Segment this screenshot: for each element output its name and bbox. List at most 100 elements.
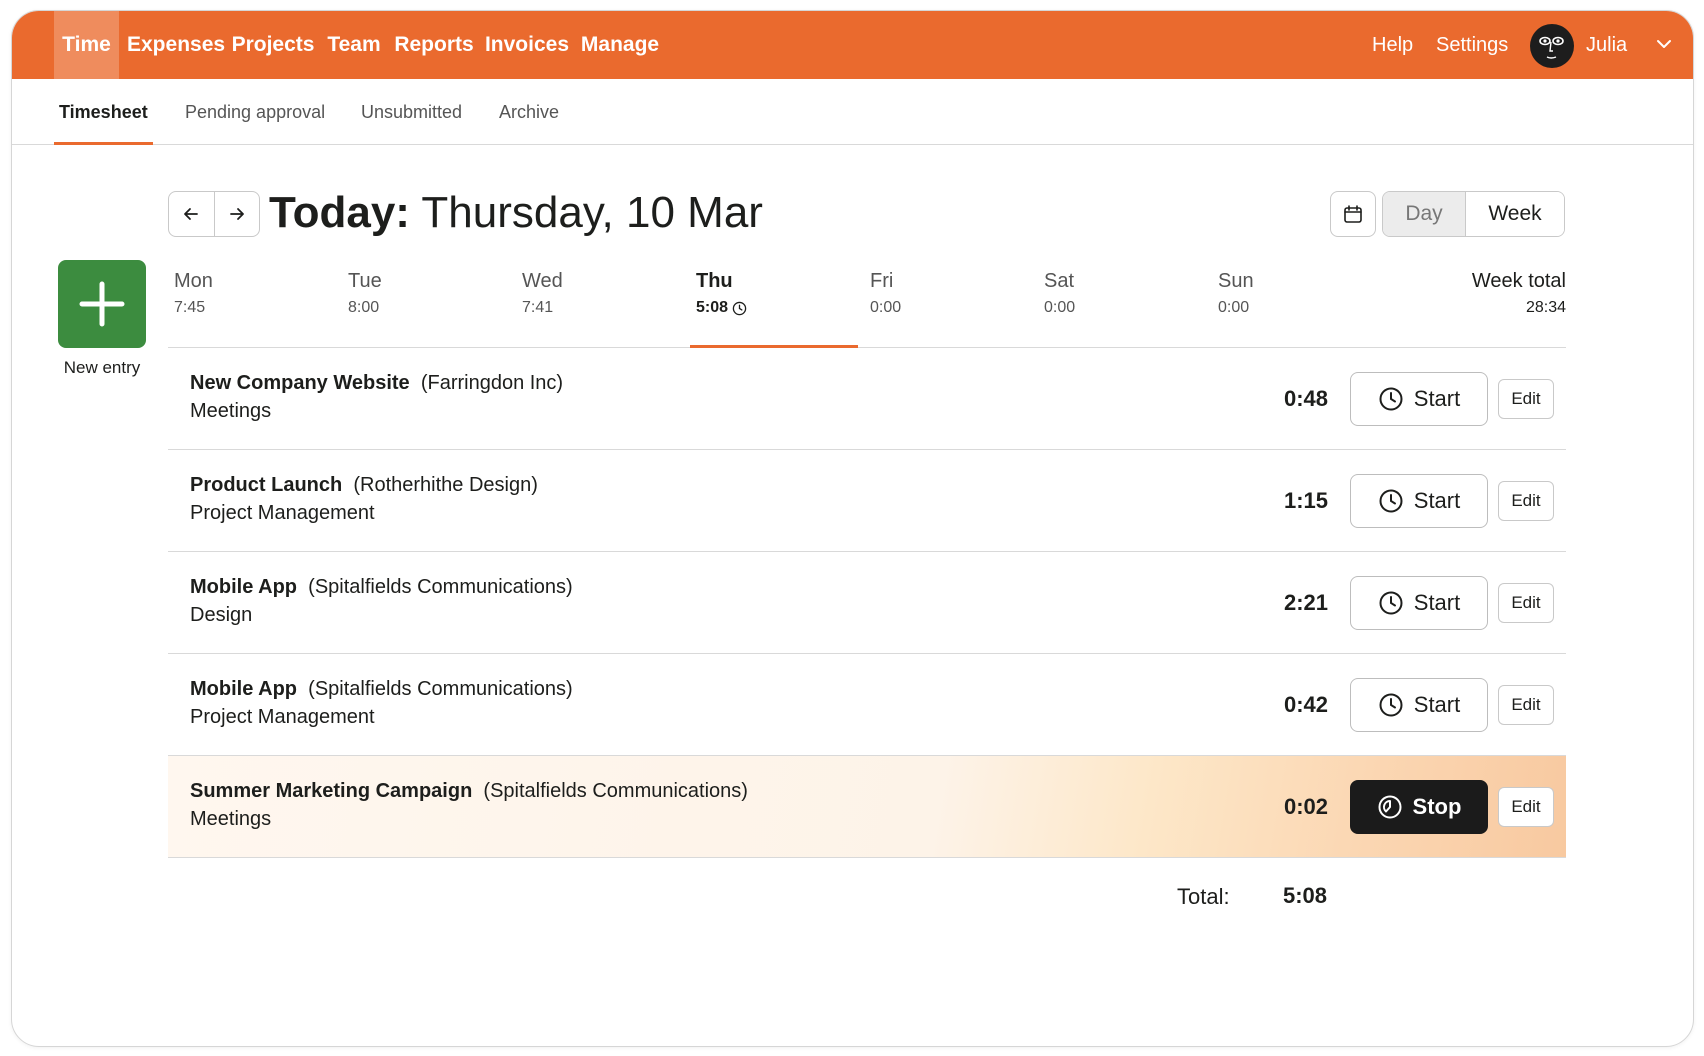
time-entry: New Company Website (Farringdon Inc) Mee… [168,348,1566,450]
day-hours: 0:00 [870,299,902,316]
entry-duration: 0:42 [1283,692,1328,717]
nav-item-invoices[interactable]: Invoices [484,11,570,79]
tab-archive[interactable]: Archive [499,79,559,145]
title-prefix: Today: [269,188,410,237]
title-date: Thursday, 10 Mar [421,188,763,237]
day-name: Tue [348,270,382,292]
arrow-left-icon [184,208,199,220]
start-label: Start [1413,488,1461,513]
tab-unsubmitted[interactable]: Unsubmitted [361,79,462,145]
nav-item-time[interactable]: Time [54,11,119,79]
day-name: Thu [696,270,733,292]
clock-icon [1379,591,1403,615]
total-value: 5:08 [1282,883,1327,908]
client-name: (Spitalfields Communications) [308,576,573,598]
edit-entry-button[interactable]: Edit [1498,481,1554,521]
client-name: (Rotherhithe Design) [353,474,538,496]
start-label: Start [1413,386,1461,411]
day-fri[interactable]: Fri 0:00 [864,266,1032,348]
running-timer-icon [1378,795,1402,819]
time-entry: Mobile App (Spitalfields Communications)… [168,552,1566,654]
day-sat[interactable]: Sat 0:00 [1038,266,1206,348]
plus-icon [79,281,125,327]
start-timer-button[interactable]: Start [1350,576,1488,630]
arrow-right-icon [230,208,244,220]
total-label: Total: [1177,884,1230,909]
day-hours: 7:45 [174,299,206,316]
start-timer-button[interactable]: Start [1350,678,1488,732]
settings-link[interactable]: Settings [1436,11,1508,79]
week-total: Week total 28:34 [1472,266,1566,320]
avatar-face-icon [1539,36,1564,59]
day-hours: 0:00 [1218,299,1250,316]
task-name: Meetings [190,808,272,830]
start-timer-button[interactable]: Start [1350,474,1488,528]
day-hours: 8:00 [348,299,380,316]
day-name: Sat [1044,270,1075,292]
time-entry: Product Launch (Rotherhithe Design) Proj… [168,450,1566,552]
time-entry: Mobile App (Spitalfields Communications)… [168,654,1566,756]
previous-day-button[interactable] [169,192,214,236]
nav-item-manage[interactable]: Manage [578,11,662,79]
day-hours: 5:08 [696,299,729,316]
nav-item-expenses[interactable]: Expenses [127,11,225,79]
app-window: Time Expenses Projects Team Reports Invo… [11,10,1694,1047]
top-nav: Time Expenses Projects Team Reports Invo… [12,11,1693,79]
day-hours: 0:00 [1044,299,1076,316]
time-entries: New Company Website (Farringdon Inc) Mee… [168,348,1566,858]
task-name: Meetings [190,400,272,422]
task-name: Project Management [190,706,375,728]
view-week-button[interactable]: Week [1466,192,1564,236]
chevron-down-icon[interactable] [1655,35,1673,53]
project-name: Summer Marketing Campaign [190,780,473,802]
clock-icon [732,301,747,315]
next-day-button[interactable] [213,192,259,236]
day-mon[interactable]: Mon 7:45 [168,266,336,348]
entry-duration: 1:15 [1283,488,1328,513]
day-thu[interactable]: Thu 5:08 [690,266,858,348]
day-hours: 7:41 [522,299,554,316]
entry-duration: 0:48 [1283,386,1328,411]
sub-tabs: Timesheet Pending approval Unsubmitted A… [12,79,1693,145]
help-link[interactable]: Help [1372,11,1413,79]
project-name: Mobile App [190,576,298,598]
tab-timesheet[interactable]: Timesheet [54,79,153,145]
nav-item-reports[interactable]: Reports [392,11,476,79]
day-name: Fri [870,270,894,292]
page-title: Today: Thursday, 10 Mar [269,187,763,239]
start-timer-button[interactable]: Start [1350,372,1488,426]
start-label: Start [1413,692,1461,717]
clock-icon [1379,387,1403,411]
edit-entry-button[interactable]: Edit [1498,583,1554,623]
day-wed[interactable]: Wed 7:41 [516,266,684,348]
task-name: Design [190,604,253,626]
nav-item-team[interactable]: Team [324,11,384,79]
day-name: Mon [174,270,213,292]
edit-entry-button[interactable]: Edit [1498,379,1554,419]
tab-pending-approval[interactable]: Pending approval [185,79,325,145]
start-label: Start [1413,590,1461,615]
new-entry-button[interactable] [58,260,146,348]
edit-entry-button[interactable]: Edit [1498,685,1554,725]
week-total-label: Week total [1471,270,1566,292]
client-name: (Farringdon Inc) [420,372,564,394]
time-entry-running: Summer Marketing Campaign (Spitalfields … [168,756,1566,858]
day-sun[interactable]: Sun 0:00 [1212,266,1380,348]
view-day-button[interactable]: Day [1383,192,1466,236]
stop-timer-button[interactable]: Stop [1350,780,1488,834]
avatar[interactable] [1530,24,1574,68]
entry-duration: 2:21 [1283,590,1328,615]
edit-entry-button[interactable]: Edit [1498,787,1554,827]
calendar-icon [1344,205,1362,223]
entry-duration: 0:02 [1283,794,1328,819]
day-tue[interactable]: Tue 8:00 [342,266,510,348]
task-name: Project Management [190,502,375,524]
nav-item-projects[interactable]: Projects [230,11,316,79]
week-total-value: 28:34 [1525,299,1566,316]
day-name: Sun [1218,270,1254,292]
calendar-button[interactable] [1330,191,1376,237]
user-name[interactable]: Julia [1586,11,1627,79]
new-entry-label: New entry [63,358,141,377]
project-name: Product Launch [190,474,343,496]
project-name: Mobile App [190,678,298,700]
